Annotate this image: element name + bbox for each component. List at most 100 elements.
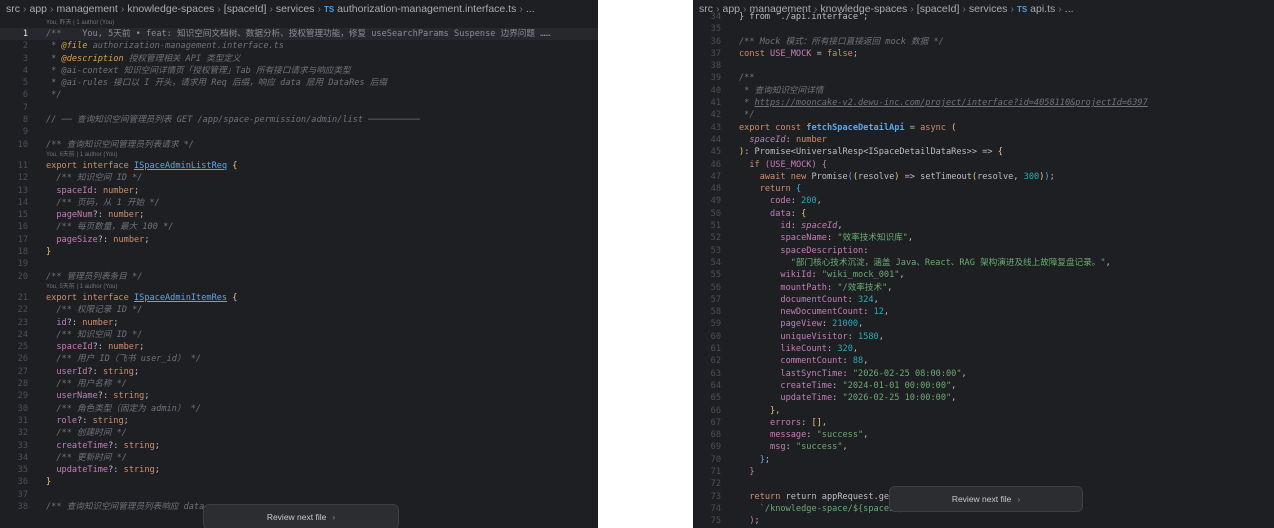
code-line[interactable]: 19 <box>0 258 598 270</box>
review-next-file-button[interactable]: Review next file › <box>203 504 399 528</box>
breadcrumb-item[interactable]: app <box>30 3 48 15</box>
code-line[interactable]: 41 * https://mooncake-v2.dewu-inc.com/pr… <box>693 97 1274 109</box>
code-line[interactable]: 44 spaceId: number <box>693 134 1274 146</box>
code-line[interactable]: 37 <box>0 489 598 501</box>
code-line[interactable]: 50 data: { <box>693 208 1274 220</box>
code-line[interactable]: 15 pageNum?: number; <box>0 209 598 221</box>
code-line[interactable]: 54 "部门核心技术沉淀，涵盖 Java、React、RAG 架构演进及线上故障… <box>693 257 1274 269</box>
code-line[interactable]: 22 /** 权限记录 ID */ <box>0 304 598 316</box>
code-line[interactable]: 57 documentCount: 324, <box>693 294 1274 306</box>
code-line[interactable]: 42 */ <box>693 109 1274 121</box>
code-line[interactable]: 48 return { <box>693 183 1274 195</box>
code-line[interactable]: 24 /** 知识空间 ID */ <box>0 329 598 341</box>
chevron-right-icon: › <box>217 3 221 15</box>
chevron-right-icon: › <box>269 3 273 15</box>
code-lens[interactable]: You, 昨天 | 1 author (You) <box>0 19 598 28</box>
code-line[interactable]: 12 /** 知识空间 ID */ <box>0 172 598 184</box>
code-line[interactable]: 6 */ <box>0 89 598 101</box>
code-line[interactable]: 1/** You, 5天前 • feat: 知识空间文档树、数据分析、授权管理功… <box>0 28 598 41</box>
code-line[interactable]: 26 /** 用户 ID（飞书 user_id） */ <box>0 353 598 365</box>
code-line[interactable]: 39/** <box>693 72 1274 84</box>
code-line[interactable]: 63 lastSyncTime: "2026-02-25 08:00:00", <box>693 368 1274 380</box>
code-line[interactable]: 35 <box>693 23 1274 35</box>
code-line[interactable]: 30 /** 角色类型（固定为 admin） */ <box>0 403 598 415</box>
code-line[interactable]: 13 spaceId: number; <box>0 185 598 197</box>
breadcrumb-file[interactable]: authorization-management.interface.ts <box>337 3 516 15</box>
breadcrumb-more[interactable]: ... <box>526 3 535 15</box>
code-line[interactable]: 56 mountPath: "/效率技术", <box>693 282 1274 294</box>
code-line[interactable]: 60 uniqueVisitor: 1580, <box>693 331 1274 343</box>
right-code-editor[interactable]: 34} from './api.interface'; 35 36/** Moc… <box>693 11 1274 527</box>
code-line[interactable]: 32 /** 创建时间 */ <box>0 427 598 439</box>
chevron-right-icon: › <box>23 3 27 15</box>
code-line[interactable]: 46 if (USE_MOCK) { <box>693 159 1274 171</box>
left-code-editor[interactable]: You, 昨天 | 1 author (You) 1/** You, 5天前 •… <box>0 19 598 513</box>
left-editor-pane: src › app › management › knowledge-spaces › [spa… <box>0 0 598 528</box>
code-line[interactable]: 49 code: 200, <box>693 195 1274 207</box>
code-line[interactable]: 47 await new Promise((resolve) => setTim… <box>693 171 1274 183</box>
code-line[interactable]: 55 wikiId: "wiki_mock_001", <box>693 269 1274 281</box>
code-line[interactable]: 25 spaceId?: number; <box>0 341 598 353</box>
code-line[interactable]: 16 /** 每页数量，最大 100 */ <box>0 221 598 233</box>
code-line[interactable]: 71 } <box>693 466 1274 478</box>
code-line[interactable]: 52 spaceName: "效率技术知识库", <box>693 232 1274 244</box>
code-line[interactable]: 65 updateTime: "2026-02-25 10:00:00", <box>693 392 1274 404</box>
code-line[interactable]: 45): Promise<UniversalResp<ISpaceDetailD… <box>693 146 1274 158</box>
code-line[interactable]: 70 }; <box>693 454 1274 466</box>
code-line[interactable]: 35 updateTime?: string; <box>0 464 598 476</box>
code-line[interactable]: 4 * @ai-context 知识空间详情页「授权管理」Tab 所有接口请求与… <box>0 65 598 77</box>
code-line[interactable]: 7 <box>0 102 598 114</box>
code-line[interactable]: 23 id?: number; <box>0 317 598 329</box>
breadcrumb-item[interactable]: [spaceId] <box>224 3 267 15</box>
code-line[interactable]: 75 ); <box>693 515 1274 527</box>
code-lens[interactable]: You, 5天前 | 1 author (You) <box>0 283 598 292</box>
code-line[interactable]: 51 id: spaceId, <box>693 220 1274 232</box>
code-line[interactable]: 10/** 查询知识空间管理员列表请求 */ <box>0 139 598 151</box>
code-line[interactable]: 27 userId?: string; <box>0 366 598 378</box>
code-line[interactable]: 21 export interface ISpaceAdminItemRes { <box>0 292 598 304</box>
code-line[interactable]: 68 message: "success", <box>693 429 1274 441</box>
code-line[interactable]: 61 likeCount: 320, <box>693 343 1274 355</box>
code-line[interactable]: 3 * @description 授权管理相关 API 类型定义 <box>0 53 598 65</box>
code-line[interactable]: 36/** Mock 模式：所有接口直接返回 mock 数据 */ <box>693 36 1274 48</box>
code-line[interactable]: 69 msg: "success", <box>693 441 1274 453</box>
code-line[interactable]: 64 createTime: "2024-01-01 00:00:00", <box>693 380 1274 392</box>
code-line[interactable]: 28 /** 用户名称 */ <box>0 378 598 390</box>
typescript-file-icon: TS <box>323 5 335 14</box>
code-line[interactable]: 62 commentCount: 88, <box>693 355 1274 367</box>
code-link[interactable]: https://mooncake-v2.dewu-inc.com/project… <box>755 98 1148 108</box>
code-line[interactable]: 40 * 查询知识空间详情 <box>693 85 1274 97</box>
code-line[interactable]: 37 const USE_MOCK = false; <box>693 48 1274 60</box>
code-line[interactable]: 8// ── 查询知识空间管理员列表 GET /app/space-permis… <box>0 114 598 126</box>
code-line[interactable]: 34 /** 更新时间 */ <box>0 452 598 464</box>
code-line[interactable]: 11 export interface ISpaceAdminListReq { <box>0 160 598 172</box>
breadcrumb-item[interactable]: services <box>276 3 315 15</box>
code-line[interactable]: 33 createTime?: string; <box>0 440 598 452</box>
breadcrumb-item[interactable]: knowledge-spaces <box>127 3 214 15</box>
code-line[interactable]: 38 <box>693 60 1274 72</box>
chevron-right-icon: › <box>317 3 321 15</box>
code-line[interactable]: 58 newDocumentCount: 12, <box>693 306 1274 318</box>
chevron-right-icon: › <box>1017 494 1021 504</box>
breadcrumb-item[interactable]: management <box>57 3 118 15</box>
code-line[interactable]: 5 * @ai-rules 接口以 I 开头，请求用 Req 后缀，响应 dat… <box>0 77 598 89</box>
code-line[interactable]: 18} <box>0 246 598 258</box>
code-line[interactable]: 34} from './api.interface'; <box>693 11 1274 23</box>
code-line[interactable]: 66 }, <box>693 405 1274 417</box>
breadcrumb-item[interactable]: src <box>6 3 20 15</box>
code-line[interactable]: 2 * @file authorization-management.inter… <box>0 40 598 52</box>
code-lens[interactable]: You, 6天前 | 1 author (You) <box>0 151 598 160</box>
code-line[interactable]: 67 errors: [], <box>693 417 1274 429</box>
code-line[interactable]: 29 userName?: string; <box>0 390 598 402</box>
code-line[interactable]: 20/** 管理员列表条目 */ <box>0 271 598 283</box>
code-line[interactable]: 17 pageSize?: number; <box>0 234 598 246</box>
code-line[interactable]: 31 role?: string; <box>0 415 598 427</box>
left-breadcrumb: src › app › management › knowledge-spaces › [spa… <box>0 0 598 19</box>
review-next-file-button[interactable]: Review next file › <box>889 486 1083 512</box>
code-line[interactable]: 14 /** 页码，从 1 开始 */ <box>0 197 598 209</box>
code-line[interactable]: 59 pageView: 21000, <box>693 318 1274 330</box>
code-line[interactable]: 43 export const fetchSpaceDetailApi = asy… <box>693 122 1274 134</box>
code-line[interactable]: 36} <box>0 476 598 488</box>
code-line[interactable]: 9 <box>0 126 598 138</box>
code-line[interactable]: 53 spaceDescription: <box>693 245 1274 257</box>
